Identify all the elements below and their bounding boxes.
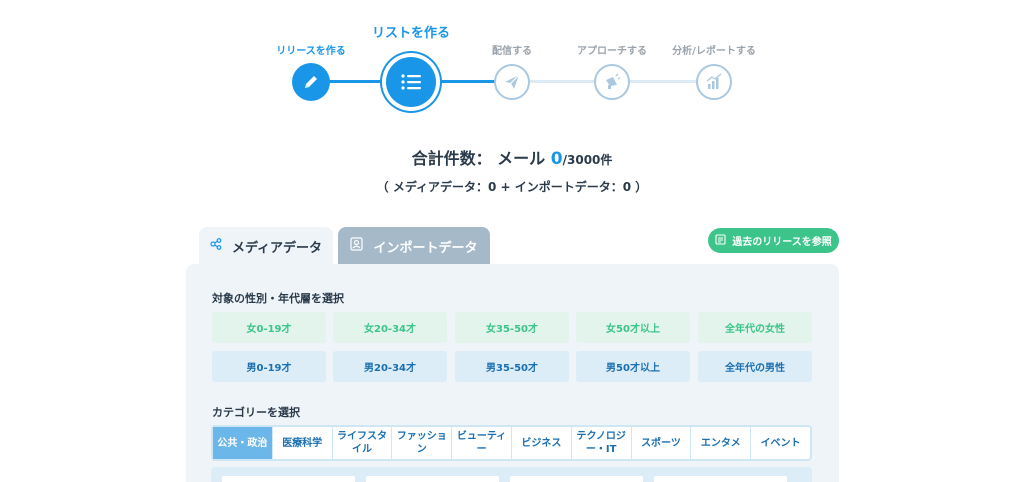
past-releases-label: 過去のリリースを参照 [732, 237, 832, 248]
category-fashion[interactable]: ファッション [392, 427, 453, 459]
step-create-release[interactable] [292, 63, 330, 101]
subcategory-card[interactable] [222, 476, 355, 482]
subcategory-card[interactable] [366, 476, 499, 482]
gender-option-female-0-19[interactable]: 女0-19才 [212, 312, 326, 343]
gender-option-male-50-plus[interactable]: 男50才以上 [576, 351, 690, 382]
list-icon [401, 74, 421, 90]
gender-option-female-20-34[interactable]: 女20-34才 [333, 312, 447, 343]
category-section-title: カテゴリーを選択 [212, 406, 300, 419]
tab-media-data[interactable]: メディアデータ [199, 227, 333, 265]
category-medical-science[interactable]: 医療科学 [273, 427, 333, 459]
step-label-approach: アプローチする [577, 46, 647, 57]
gender-section-title: 対象の性別・年代層を選択 [212, 292, 344, 305]
megaphone-icon [603, 73, 621, 91]
pencil-icon [302, 73, 320, 91]
tab-import-data[interactable]: インポートデータ [338, 227, 490, 265]
category-technology-it[interactable]: テクノロジー・IT [572, 427, 632, 459]
tab-import-label: インポートデータ [373, 240, 478, 256]
count-breakdown: （ メディアデータ：0 + インポートデータ：0 ） [376, 180, 648, 194]
category-business[interactable]: ビジネス [512, 427, 572, 459]
total-count: 合計件数： メール 0/3000件 [0, 145, 1024, 169]
step-report[interactable] [696, 64, 732, 100]
gender-option-male-35-50[interactable]: 男35-50才 [455, 351, 569, 382]
category-tabs: 公共・政治 医療科学 ライフスタイル ファッション ビューティー ビジネス テク… [211, 425, 812, 461]
share-icon [210, 238, 222, 254]
document-icon [715, 233, 726, 248]
step-approach[interactable] [594, 64, 630, 100]
category-public-politics[interactable]: 公共・政治 [213, 427, 273, 459]
gender-option-female-35-50[interactable]: 女35-50才 [455, 312, 569, 343]
subcategory-card[interactable] [510, 476, 643, 482]
category-sports[interactable]: スポーツ [632, 427, 692, 459]
step-label-distribute: 配信する [492, 46, 532, 57]
category-beauty[interactable]: ビューティー [452, 427, 512, 459]
gender-option-male-0-19[interactable]: 男0-19才 [212, 351, 326, 382]
past-releases-button[interactable]: 過去のリリースを参照 [708, 228, 839, 253]
total-count-value: 0 [550, 149, 563, 169]
step-create-list[interactable] [386, 57, 436, 107]
gender-option-female-50-plus[interactable]: 女50才以上 [576, 312, 690, 343]
gender-option-male-all[interactable]: 全年代の男性 [698, 351, 812, 382]
step-label-report: 分析/レポートする [672, 46, 756, 57]
total-type: メール [497, 149, 546, 168]
contact-card-icon [350, 237, 364, 255]
gender-option-female-all[interactable]: 全年代の女性 [698, 312, 812, 343]
step-label-create-list: リストを作る [371, 26, 451, 41]
total-max: /3000件 [562, 153, 613, 167]
step-distribute[interactable] [494, 64, 530, 100]
total-prefix: 合計件数： [411, 149, 492, 168]
subcategory-card[interactable] [654, 476, 787, 482]
step-label-create-release: リリースを作る [276, 46, 346, 57]
progress-stepper: リリースを作る リストを作る 配信する アプローチする 分析/レポートする [0, 0, 1024, 120]
category-lifestyle[interactable]: ライフスタイル [333, 427, 393, 459]
category-entertainment[interactable]: エンタメ [691, 427, 752, 459]
gender-option-male-20-34[interactable]: 男20-34才 [333, 351, 447, 382]
tab-media-label: メディアデータ [231, 240, 323, 256]
category-event[interactable]: イベント [751, 427, 810, 459]
bar-chart-icon [705, 73, 723, 91]
paper-plane-icon [503, 73, 521, 91]
